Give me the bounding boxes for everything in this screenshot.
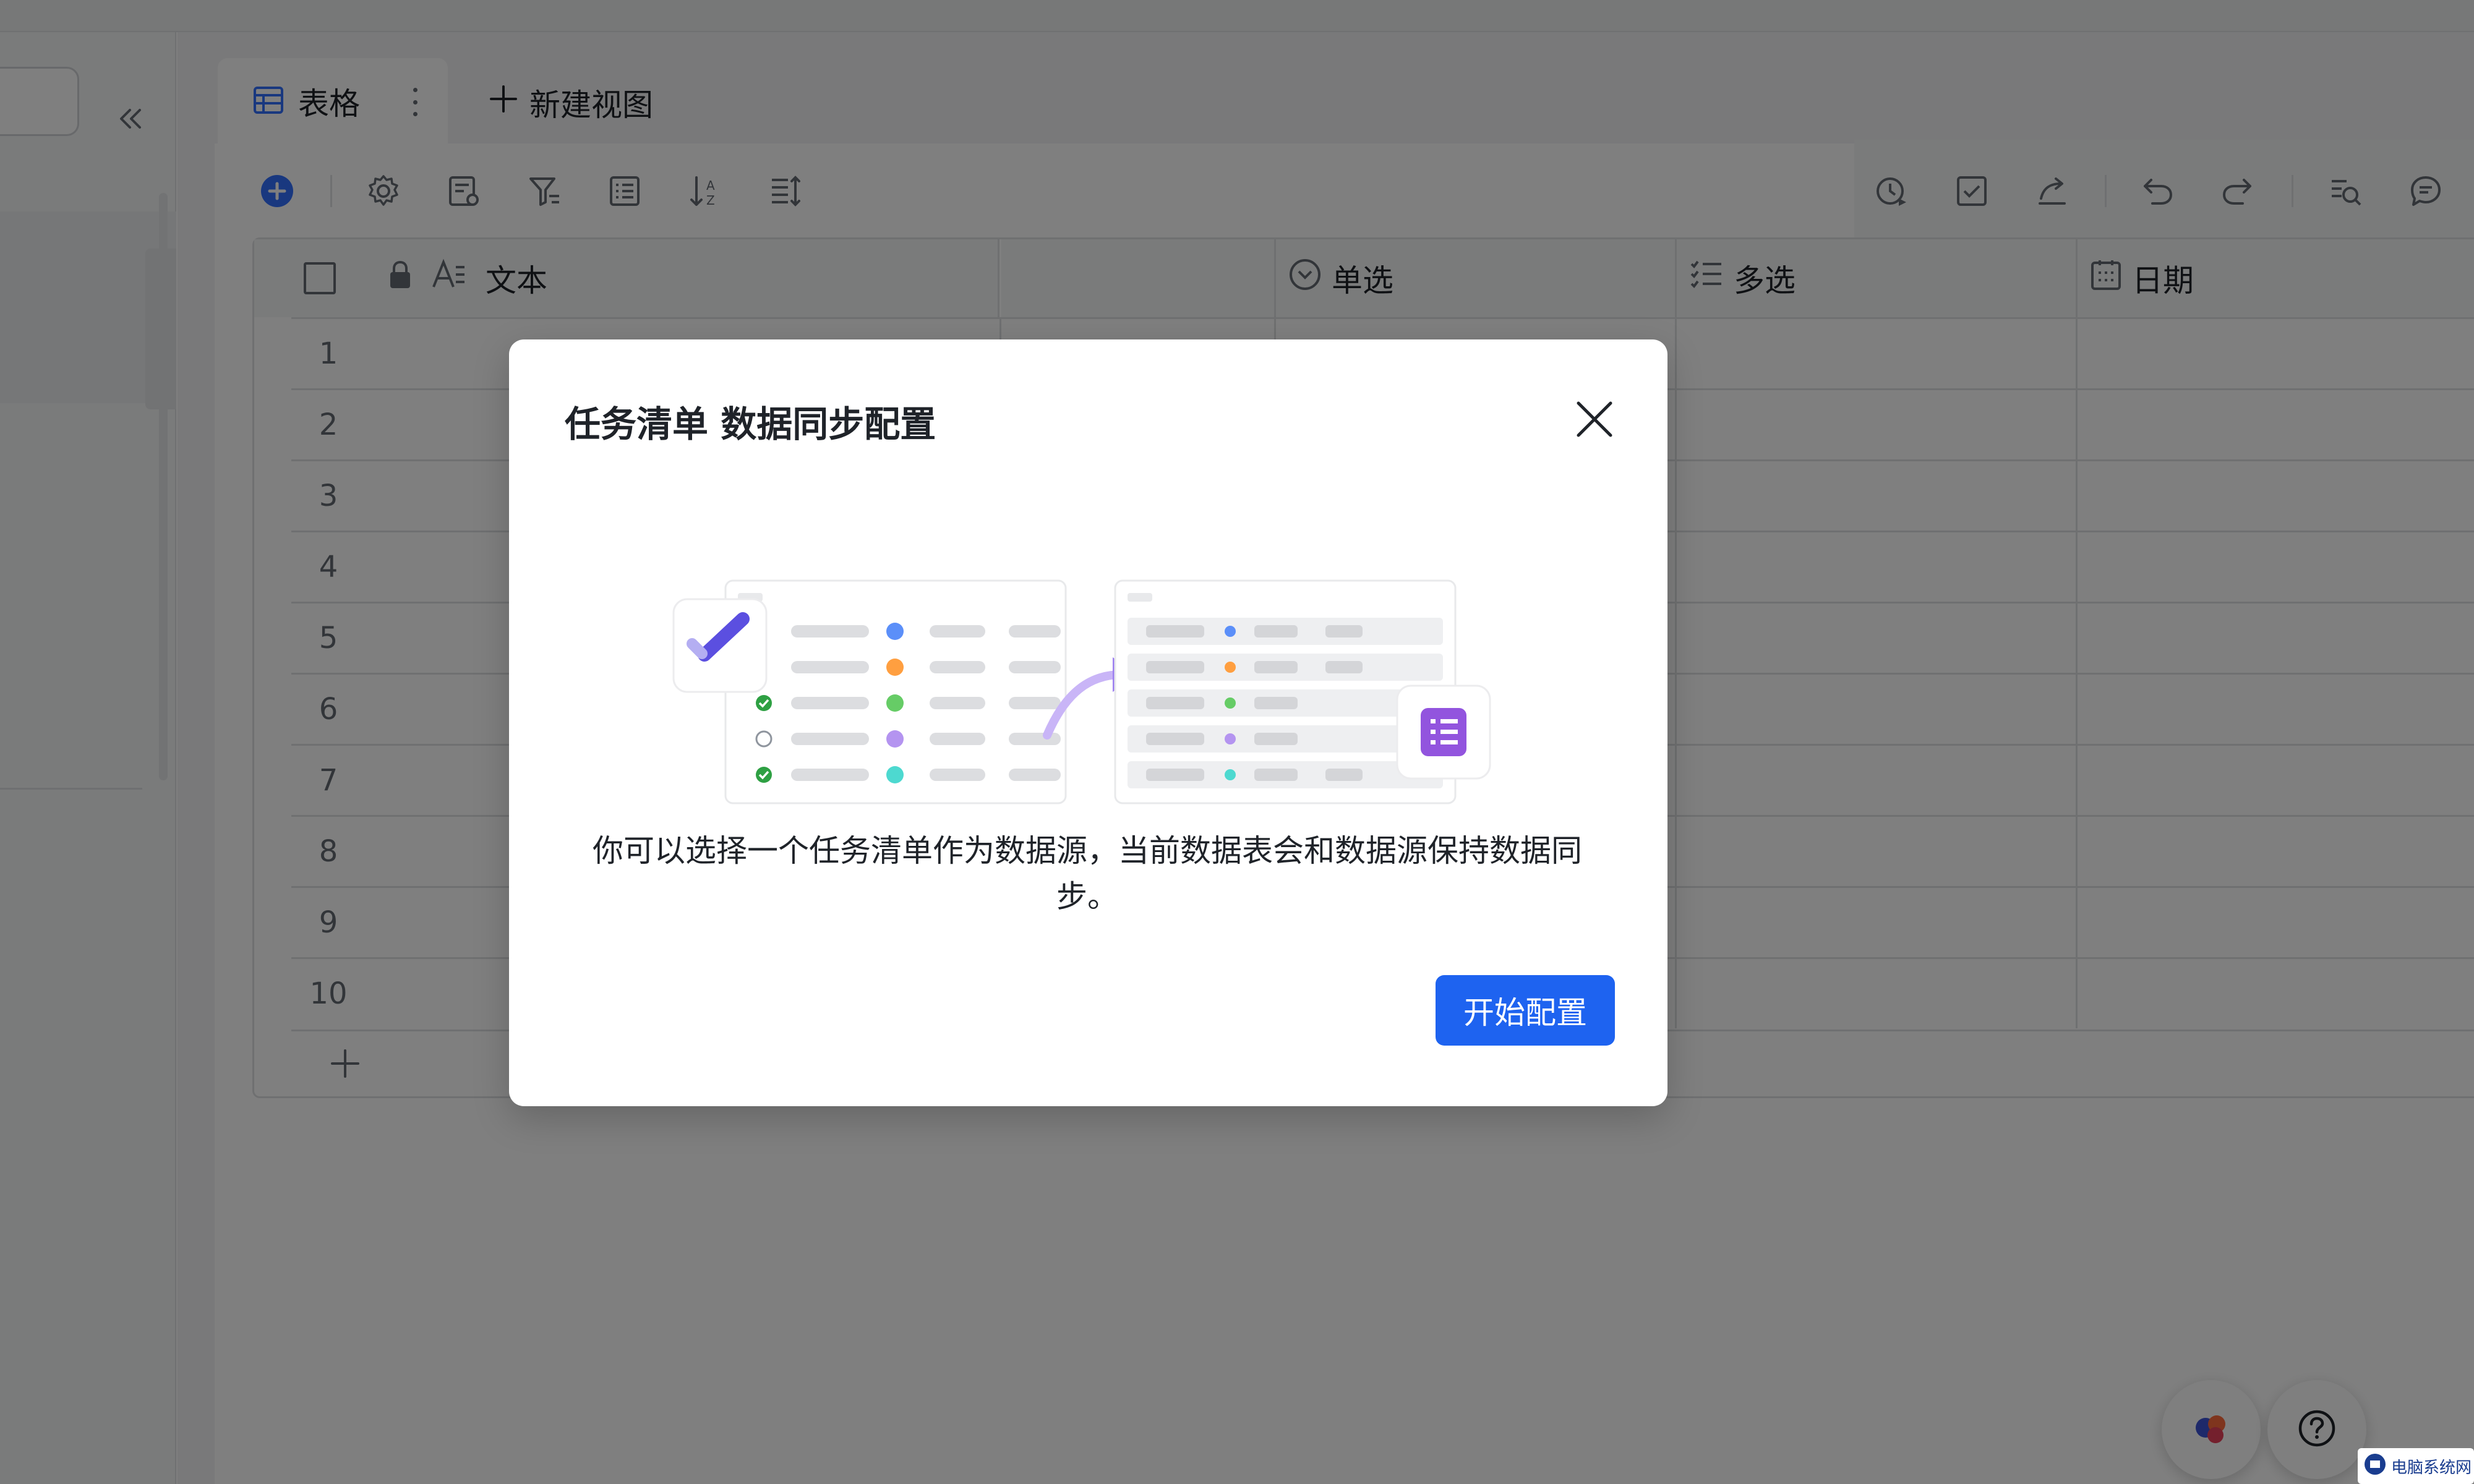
dialog-title: 任务清单 数据同步配置 (565, 403, 936, 445)
close-icon (1575, 399, 1614, 441)
watermark: 电脑系统网 (2358, 1448, 2474, 1484)
sync-illustration (670, 537, 1511, 809)
start-config-button[interactable]: 开始配置 (1436, 975, 1615, 1046)
close-button[interactable] (1567, 393, 1622, 448)
watermark-text: 电脑系统网 (2391, 1458, 2472, 1477)
dialog-description: 你可以选择一个任务清单作为数据源，当前数据表会和数据源保持数据同步。 (593, 833, 1582, 915)
watermark-logo (2363, 1452, 2387, 1481)
sync-config-dialog: 任务清单 数据同步配置 你可以选择一个任务清单作为数据源，当前数据表会和数据源保… (509, 339, 1667, 1106)
